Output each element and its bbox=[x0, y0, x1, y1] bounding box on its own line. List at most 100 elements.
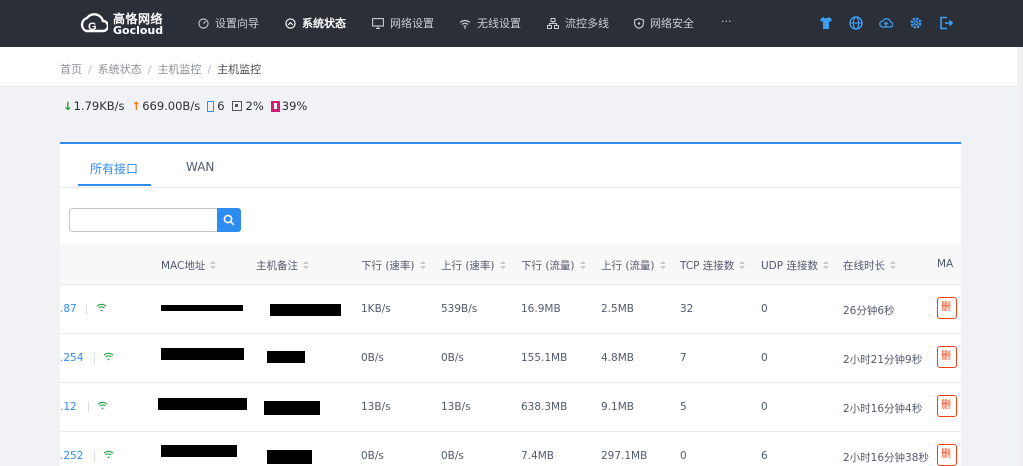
udp-cell: 0 bbox=[761, 352, 768, 364]
delete-button[interactable]: 删 bbox=[937, 346, 957, 368]
search-input[interactable] bbox=[69, 208, 219, 232]
wifi-icon bbox=[103, 352, 114, 361]
sort-icon[interactable] bbox=[739, 261, 746, 270]
nav-item-label: 网络设置 bbox=[390, 17, 434, 30]
table-row[interactable]: .252 0B/s 0B/s 7.4MB 297.1MB 0 6 2小时16分钟… bbox=[60, 432, 961, 466]
sort-icon[interactable] bbox=[890, 261, 896, 270]
column-header-up-traffic[interactable]: 上行 (流量) bbox=[601, 258, 666, 273]
down-traffic-cell: 7.4MB bbox=[521, 450, 554, 462]
online-duration-cell: 2小时16分钟38秒 bbox=[843, 452, 929, 464]
page-scrollbar[interactable] bbox=[1017, 47, 1023, 466]
online-duration-cell: 2小时16分钟4秒 bbox=[843, 403, 923, 415]
brand-name-en: Gocloud bbox=[113, 24, 164, 37]
nav-more-menu[interactable]: ··· bbox=[721, 0, 732, 47]
nav-item-setup-wizard[interactable]: 设置向导 bbox=[198, 0, 259, 47]
column-header-down-rate[interactable]: 下行 (速率) bbox=[361, 258, 426, 273]
host-ip[interactable]: .12 bbox=[60, 401, 77, 413]
delete-button[interactable]: 删 bbox=[937, 395, 957, 417]
delete-button[interactable]: 删 bbox=[937, 444, 957, 466]
udp-cell: 6 bbox=[761, 450, 768, 462]
cpu-icon bbox=[231, 101, 242, 111]
column-header-online[interactable]: 在线时长 bbox=[843, 258, 896, 273]
column-header-tcp[interactable]: TCP 连接数 bbox=[680, 258, 746, 273]
device-count: 6 bbox=[207, 99, 225, 113]
column-header-label: UDP 连接数 bbox=[761, 260, 818, 272]
breadcrumb-separator: / bbox=[147, 63, 152, 76]
network-icon bbox=[547, 18, 559, 29]
table-row[interactable]: .254 0B/s 0B/s 155.1MB 4.8MB 7 0 2小时21分钟… bbox=[60, 334, 961, 383]
nav-item-label: 系统状态 bbox=[302, 17, 346, 30]
nav-item-traffic-multiline[interactable]: 流控多线 bbox=[547, 0, 609, 47]
column-header-label: 主机备注 bbox=[256, 260, 298, 272]
search-button[interactable] bbox=[217, 208, 241, 232]
table-row[interactable]: .12 13B/s 13B/s 638.3MB 9.1MB 5 0 2小时16分… bbox=[60, 383, 961, 432]
memory-icon bbox=[270, 100, 280, 112]
nav-item-network-settings[interactable]: 网络设置 bbox=[372, 0, 434, 47]
down-traffic-cell: 638.3MB bbox=[521, 401, 568, 413]
up-rate-cell: 539B/s bbox=[441, 303, 478, 315]
column-header-mac[interactable]: MAC地址 bbox=[161, 258, 217, 273]
up-traffic-cell: 4.8MB bbox=[601, 352, 634, 364]
up-traffic-cell: 2.5MB bbox=[601, 303, 634, 315]
online-duration-cell: 2小时21分钟9秒 bbox=[843, 354, 923, 366]
breadcrumb-system-status[interactable]: 系统状态 bbox=[98, 63, 142, 76]
sort-icon[interactable] bbox=[210, 261, 217, 270]
nav-item-system-status[interactable]: 系统状态 bbox=[285, 0, 346, 47]
table-row[interactable]: .87 1KB/s 539B/s 16.9MB 2.5MB 32 0 26分钟6… bbox=[60, 285, 961, 334]
mac-address-redacted bbox=[161, 305, 243, 311]
column-header-down-traffic[interactable]: 下行 (流量) bbox=[521, 258, 586, 273]
breadcrumb-bar: 首页 / 系统状态 / 主机监控 / 主机监控 bbox=[0, 47, 1023, 87]
mac-address-redacted bbox=[158, 398, 247, 410]
gear-icon[interactable] bbox=[909, 16, 923, 30]
column-header-label: 上行 (速率) bbox=[441, 260, 495, 272]
sort-icon[interactable] bbox=[659, 261, 666, 270]
column-header-label: 下行 (流量) bbox=[521, 260, 575, 272]
globe-icon[interactable] bbox=[849, 16, 863, 30]
tcp-cell: 7 bbox=[680, 352, 687, 364]
column-header-label: 下行 (速率) bbox=[361, 260, 415, 272]
tab-wan[interactable]: WAN bbox=[186, 160, 214, 174]
logo[interactable]: G 高恪网络 Gocloud bbox=[78, 9, 178, 39]
gauge-icon bbox=[198, 18, 209, 29]
tcp-cell: 5 bbox=[680, 401, 687, 413]
shirt-icon[interactable] bbox=[819, 16, 833, 30]
remark-redacted bbox=[264, 401, 320, 415]
up-rate-cell: 0B/s bbox=[441, 352, 464, 364]
logout-icon[interactable] bbox=[939, 16, 953, 30]
breadcrumb-host-monitor[interactable]: 主机监控 bbox=[157, 63, 201, 76]
host-ip[interactable]: .87 bbox=[60, 303, 77, 315]
sort-icon[interactable] bbox=[579, 261, 586, 270]
nav-item-network-security[interactable]: 网络安全 bbox=[634, 0, 694, 47]
interface-tabs: 所有接口 WAN bbox=[60, 144, 961, 188]
sort-icon[interactable] bbox=[499, 261, 506, 270]
up-rate-cell: 13B/s bbox=[441, 401, 471, 413]
sort-icon[interactable] bbox=[303, 261, 309, 270]
delete-button[interactable]: 删 bbox=[937, 297, 957, 319]
nav-item-label: 无线设置 bbox=[477, 17, 521, 30]
down-rate-cell: 0B/s bbox=[361, 352, 384, 364]
arrow-up-icon: ↑ bbox=[131, 99, 142, 113]
sort-icon[interactable] bbox=[822, 261, 829, 270]
udp-cell: 0 bbox=[761, 303, 768, 315]
breadcrumb-home[interactable]: 首页 bbox=[60, 63, 82, 76]
cloud-upload-icon[interactable] bbox=[879, 16, 893, 30]
online-duration-cell: 26分钟6秒 bbox=[843, 305, 895, 317]
host-ip[interactable]: .252 bbox=[60, 450, 83, 462]
host-ip[interactable]: .254 bbox=[60, 352, 83, 364]
table-header: MAC地址 主机备注 下行 (速率) 上行 (速率) 下行 (流量) 上行 (流… bbox=[60, 243, 961, 285]
memory-usage-value: 39% bbox=[281, 99, 308, 113]
nav-item-wireless-settings[interactable]: 无线设置 bbox=[459, 0, 521, 47]
column-header-up-rate[interactable]: 上行 (速率) bbox=[441, 258, 506, 273]
sort-icon[interactable] bbox=[419, 261, 426, 270]
nav-item-label: 设置向导 bbox=[215, 17, 259, 30]
tab-all-interfaces[interactable]: 所有接口 bbox=[90, 160, 138, 177]
up-rate-cell: 0B/s bbox=[441, 450, 464, 462]
download-rate-value: 1.79KB/s bbox=[73, 99, 125, 113]
top-nav: G 高恪网络 Gocloud 设置向导 系统状态 网络设置 无线设置 流控多线 … bbox=[0, 0, 1023, 47]
column-header-udp[interactable]: UDP 连接数 bbox=[761, 258, 829, 273]
dashboard-icon bbox=[285, 18, 296, 29]
column-header-remark[interactable]: 主机备注 bbox=[256, 258, 309, 273]
search-box bbox=[69, 208, 243, 232]
cell-divider bbox=[94, 451, 95, 462]
up-traffic-cell: 297.1MB bbox=[601, 450, 648, 462]
